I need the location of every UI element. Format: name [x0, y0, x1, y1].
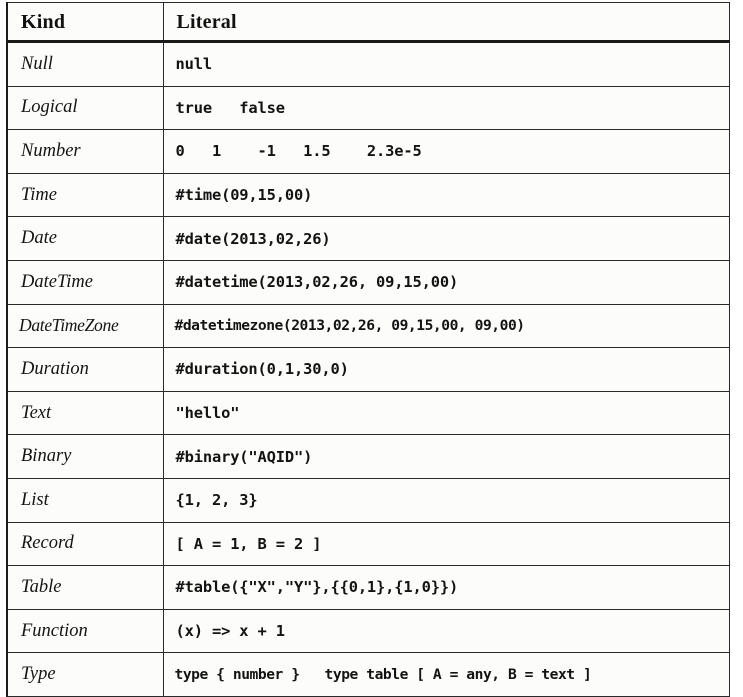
cell-literal: #date(2013,02,26) [163, 216, 729, 261]
literal-value: #binary("AQID") [175, 447, 313, 466]
cell-literal: #binary("AQID") [163, 434, 729, 479]
table-row: Number 0 1 -1 1.5 2.3e-5 [7, 129, 729, 174]
literal-value: true false [175, 98, 286, 117]
table-row: Record [ A = 1, B = 2 ] [7, 522, 729, 567]
literal-value: [ A = 1, B = 2 ] [175, 534, 322, 553]
kind-label: Date [21, 228, 57, 249]
literal-value: #datetimezone(2013,02,26, 09,15,00, 09,0… [174, 316, 526, 334]
table-row: List {1, 2, 3} [7, 478, 729, 523]
literal-value: #date(2013,02,26) [175, 229, 331, 248]
kind-literal-table: Kind Literal Null null Logical true false Nu… [6, 2, 730, 697]
table-body: Null null Logical true false Number 0 1 -1 1.… [7, 41, 729, 697]
literal-value: {1, 2, 3} [175, 491, 258, 510]
cell-kind: Logical [7, 86, 164, 131]
kind-label: Function [21, 620, 88, 641]
cell-literal: #table({"X","Y"},{{0,1},{1,0}}) [163, 565, 729, 610]
table-row: Date #date(2013,02,26) [7, 216, 729, 261]
page-root: Kind Literal Null null Logical true false Nu… [0, 0, 743, 697]
cell-kind: Text [7, 391, 164, 436]
column-header-kind-label: Kind [21, 10, 66, 33]
cell-kind: List [7, 478, 164, 523]
cell-literal: #time(09,15,00) [163, 173, 729, 218]
kind-label: Record [21, 533, 74, 554]
cell-literal: #duration(0,1,30,0) [163, 347, 729, 392]
cell-kind: Time [7, 173, 164, 218]
cell-kind: Binary [7, 434, 164, 479]
table-row: DateTime #datetime(2013,02,26, 09,15,00) [7, 260, 729, 305]
literal-value: #duration(0,1,30,0) [175, 360, 349, 379]
kind-label: Text [21, 402, 52, 423]
cell-kind: Function [7, 609, 164, 654]
cell-kind: Null [7, 41, 164, 87]
kind-label: Time [21, 184, 57, 205]
cell-kind: Table [7, 565, 164, 610]
literal-value: null [175, 55, 213, 74]
kind-label: Binary [21, 446, 72, 467]
cell-kind: Type [7, 652, 164, 697]
table-row: DateTimeZone #datetimezone(2013,02,26, 09… [7, 304, 729, 349]
cell-literal: {1, 2, 3} [163, 478, 729, 523]
literal-value: (x) => x + 1 [175, 622, 286, 641]
literal-value: "hello" [175, 404, 240, 423]
kind-label: DateTime [21, 271, 93, 292]
kind-label: Duration [21, 358, 89, 379]
kind-label: DateTimeZone [19, 315, 119, 336]
kind-label: Logical [21, 97, 78, 118]
cell-kind: Duration [7, 347, 164, 392]
table-row: Null null [7, 41, 729, 87]
kind-label: Number [21, 140, 81, 161]
kind-label: Type [21, 664, 56, 685]
kind-label: List [21, 489, 49, 510]
literals-table-container: Kind Literal Null null Logical true false Nu… [6, 2, 730, 697]
column-header-literal-label: Literal [176, 10, 237, 33]
literal-value: #time(09,15,00) [175, 186, 313, 205]
table-row: Logical true false [7, 86, 729, 131]
cell-literal: 0 1 -1 1.5 2.3e-5 [163, 129, 729, 174]
cell-literal: true false [163, 86, 729, 131]
cell-literal: null [163, 41, 729, 87]
cell-literal: "hello" [163, 391, 729, 436]
cell-kind: DateTime [7, 260, 164, 305]
table-row: Table #table({"X","Y"},{{0,1},{1,0}}) [7, 565, 729, 610]
cell-literal: [ A = 1, B = 2 ] [163, 522, 729, 567]
cell-literal: #datetime(2013,02,26, 09,15,00) [163, 260, 729, 305]
table-row: Binary #binary("AQID") [7, 434, 729, 479]
kind-label: Null [21, 53, 53, 74]
kind-label: Table [21, 576, 62, 597]
table-row: Time #time(09,15,00) [7, 173, 729, 218]
literal-value: #datetime(2013,02,26, 09,15,00) [175, 273, 459, 292]
cell-kind: Number [7, 129, 164, 174]
header-row: Kind Literal [7, 2, 729, 43]
cell-kind: DateTimeZone [7, 304, 164, 349]
cell-literal: (x) => x + 1 [163, 609, 729, 654]
table-row: Duration #duration(0,1,30,0) [7, 347, 729, 392]
cell-kind: Record [7, 522, 164, 567]
table-row: Type type { number } type table [ A = any… [7, 652, 729, 697]
column-header-literal: Literal [163, 2, 729, 43]
cell-literal: type { number } type table [ A = any, B … [163, 652, 729, 697]
literal-value: #table({"X","Y"},{{0,1},{1,0}}) [175, 578, 459, 597]
cell-kind: Date [7, 216, 164, 261]
table-row: Function (x) => x + 1 [7, 609, 729, 654]
column-header-kind: Kind [7, 2, 164, 43]
table-row: Text "hello" [7, 391, 729, 436]
literal-value: 0 1 -1 1.5 2.3e-5 [175, 142, 422, 161]
table-header: Kind Literal [7, 2, 729, 43]
cell-literal: #datetimezone(2013,02,26, 09,15,00, 09,0… [163, 304, 729, 349]
literal-value: type { number } type table [ A = any, B … [174, 665, 592, 683]
